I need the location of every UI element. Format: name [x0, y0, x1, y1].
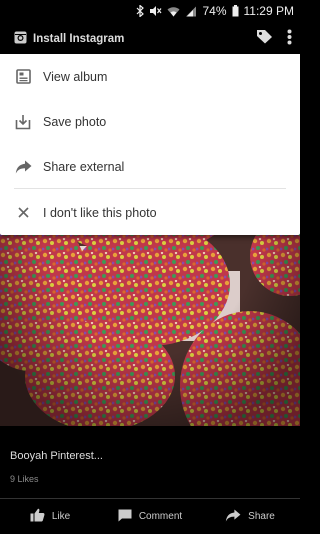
comment-icon	[118, 509, 132, 525]
like-label: Like	[51, 511, 71, 522]
menu-item-dont-like[interactable]: I don't like this photo	[0, 190, 300, 235]
comment-label: Comment	[138, 511, 183, 522]
likes-count[interactable]: 9 Likes	[10, 474, 39, 484]
top-bar: Install Instagram	[0, 22, 300, 56]
close-icon	[14, 204, 32, 222]
thumbs-up-icon	[30, 508, 45, 525]
tag-icon[interactable]	[256, 29, 273, 49]
wifi-icon	[167, 6, 180, 17]
instagram-icon	[14, 31, 27, 47]
post-caption[interactable]: Booyah Pinterest...	[10, 450, 103, 462]
menu-item-share-external[interactable]: Share external	[0, 144, 300, 189]
install-instagram-link[interactable]: Install Instagram	[14, 31, 124, 47]
action-bar: Like Comment Share	[0, 498, 300, 534]
signal-icon	[185, 6, 197, 17]
album-icon	[14, 68, 32, 86]
status-bar: 74% 11:29 PM	[0, 0, 300, 22]
install-instagram-label: Install Instagram	[33, 33, 125, 45]
battery-percent: 74%	[202, 4, 227, 18]
menu-item-view-album[interactable]: View album	[0, 54, 300, 99]
share-label: Share	[248, 511, 275, 522]
menu-divider	[14, 188, 286, 189]
bluetooth-icon	[136, 5, 145, 17]
overflow-menu: View album Save photo Share external I d…	[0, 54, 300, 235]
menu-item-label: Share external	[43, 159, 125, 174]
post-info: Booyah Pinterest... 9 Likes	[0, 426, 300, 498]
share-button[interactable]: Share	[200, 508, 300, 525]
share-arrow-icon	[225, 508, 241, 525]
more-vert-icon[interactable]	[287, 29, 292, 50]
clock: 11:29 PM	[243, 4, 294, 18]
like-button[interactable]: Like	[0, 508, 100, 525]
download-icon	[14, 113, 32, 131]
mute-icon	[149, 5, 162, 17]
comment-button[interactable]: Comment	[100, 509, 200, 525]
menu-item-label: I don't like this photo	[43, 205, 157, 220]
battery-icon	[232, 5, 239, 17]
menu-item-save-photo[interactable]: Save photo	[0, 99, 300, 144]
menu-item-label: View album	[43, 69, 108, 84]
menu-item-label: Save photo	[43, 114, 107, 129]
share-arrow-icon	[14, 158, 32, 176]
